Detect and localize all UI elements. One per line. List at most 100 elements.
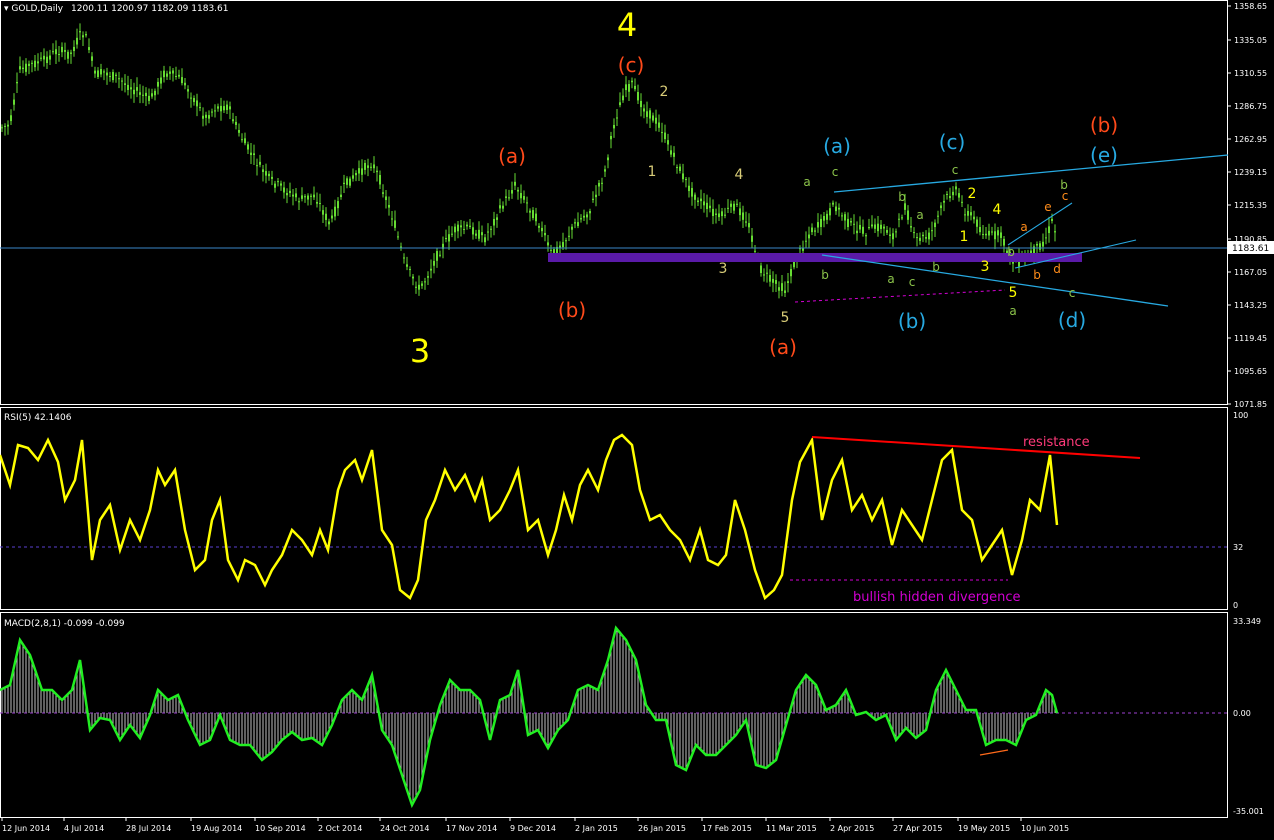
candle-body — [859, 224, 861, 230]
candle-body — [898, 218, 900, 220]
candle-body — [250, 152, 252, 156]
magenta-dashed-line — [794, 289, 1006, 303]
candle-body — [937, 215, 939, 217]
wave-label: c — [832, 165, 839, 179]
candle-body — [715, 213, 717, 215]
candle-body — [106, 72, 108, 76]
candle-body — [901, 217, 903, 219]
candle-body — [655, 117, 657, 124]
candle-body — [205, 114, 207, 118]
candle-body — [40, 57, 42, 59]
candle-body — [928, 232, 930, 240]
candle-body — [208, 115, 210, 119]
candle-body — [346, 178, 348, 185]
candle-body — [457, 224, 459, 232]
candle-body — [505, 196, 507, 198]
candle-body — [943, 200, 945, 203]
candle-body — [274, 183, 276, 188]
candle-body — [685, 179, 687, 181]
candle-body — [868, 227, 870, 229]
candle-body — [508, 197, 510, 199]
candle-body — [1000, 232, 1002, 238]
candle-body — [58, 54, 60, 56]
candle-body — [745, 221, 747, 223]
wave-label: a — [916, 208, 923, 222]
wave-label: b — [1007, 245, 1015, 259]
wave-label: b — [932, 260, 940, 274]
ohlc-values: 1200.11 1200.97 1182.09 1183.61 — [71, 4, 228, 14]
candle-body — [760, 265, 762, 274]
candle-body — [229, 106, 231, 110]
candle-body — [589, 211, 591, 214]
candle-body — [265, 171, 267, 176]
wave-label: (c) — [618, 53, 645, 77]
candle-body — [220, 105, 222, 112]
candle-body — [547, 242, 549, 246]
candle-body — [433, 260, 435, 266]
candle-body — [967, 211, 969, 216]
candle-body — [286, 193, 288, 196]
candle-body — [472, 227, 474, 235]
candle-body — [877, 223, 879, 232]
candle-body — [919, 237, 921, 241]
candle-body — [694, 194, 696, 200]
candle-body — [931, 230, 933, 232]
candle-body — [1051, 218, 1053, 221]
candle-body — [139, 92, 141, 95]
candle-body — [889, 234, 891, 237]
candle-body — [85, 34, 87, 36]
candle-body — [385, 196, 387, 201]
candle-body — [979, 226, 981, 233]
candle-body — [904, 203, 906, 210]
candle-body — [256, 165, 258, 167]
price-tick-label: 1071.85 — [1234, 400, 1267, 409]
candle-body — [520, 193, 522, 199]
candle-body — [511, 190, 513, 194]
candle-body — [118, 78, 120, 80]
x-tick-label: 12 Jun 2014 — [2, 824, 50, 833]
candle-body — [949, 196, 951, 199]
candle-body — [382, 192, 384, 194]
rsi-panel: resistance bullish hidden divergence RSI… — [0, 407, 1248, 610]
candle-body — [577, 222, 579, 227]
candle-body — [718, 213, 720, 218]
candle-body — [277, 181, 279, 183]
lower-triangle-line — [821, 254, 1169, 307]
candle-body — [304, 196, 306, 198]
candle-body — [574, 222, 576, 224]
candle-body — [391, 218, 393, 220]
candle-body — [517, 189, 519, 192]
candle-body — [238, 130, 240, 133]
candle-body — [190, 97, 192, 99]
candle-body — [343, 182, 345, 185]
candle-body — [436, 251, 438, 261]
candle-body — [376, 170, 378, 173]
candle-body — [643, 108, 645, 112]
candle-body — [319, 203, 321, 205]
candle-body — [451, 233, 453, 235]
candle-body — [808, 234, 810, 239]
macd-header: MACD(2,8,1) -0.099 -0.099 — [4, 619, 125, 629]
candle-body — [493, 218, 495, 226]
wave-label: 3 — [719, 261, 728, 277]
wave-label: 2 — [660, 84, 669, 100]
last-price-text: 1183.61 — [1232, 244, 1269, 254]
candle-body — [367, 165, 369, 168]
candle-body — [373, 164, 375, 169]
candle-body — [721, 211, 723, 217]
symbol-name: GOLD,Daily — [11, 4, 63, 14]
candle-body — [994, 231, 996, 240]
price-tick-label: 1310.55 — [1234, 69, 1267, 78]
candle-body — [610, 135, 612, 140]
candle-body — [25, 63, 27, 72]
collapse-triangle-icon[interactable]: ▾ — [4, 4, 11, 14]
x-tick-label: 9 Dec 2014 — [510, 824, 556, 833]
x-tick-label: 27 Apr 2015 — [893, 824, 942, 833]
x-tick-label: 19 Aug 2014 — [191, 824, 242, 833]
candle-body — [958, 193, 960, 198]
wedge-upper-line — [1007, 202, 1073, 246]
price-axis: 1358.65 1335.05 1310.55 1286.75 1262.95 1239.… — [1227, 2, 1267, 409]
wave-label: 3 — [981, 259, 990, 275]
candle-body — [289, 190, 291, 193]
candle-body — [1042, 241, 1044, 247]
